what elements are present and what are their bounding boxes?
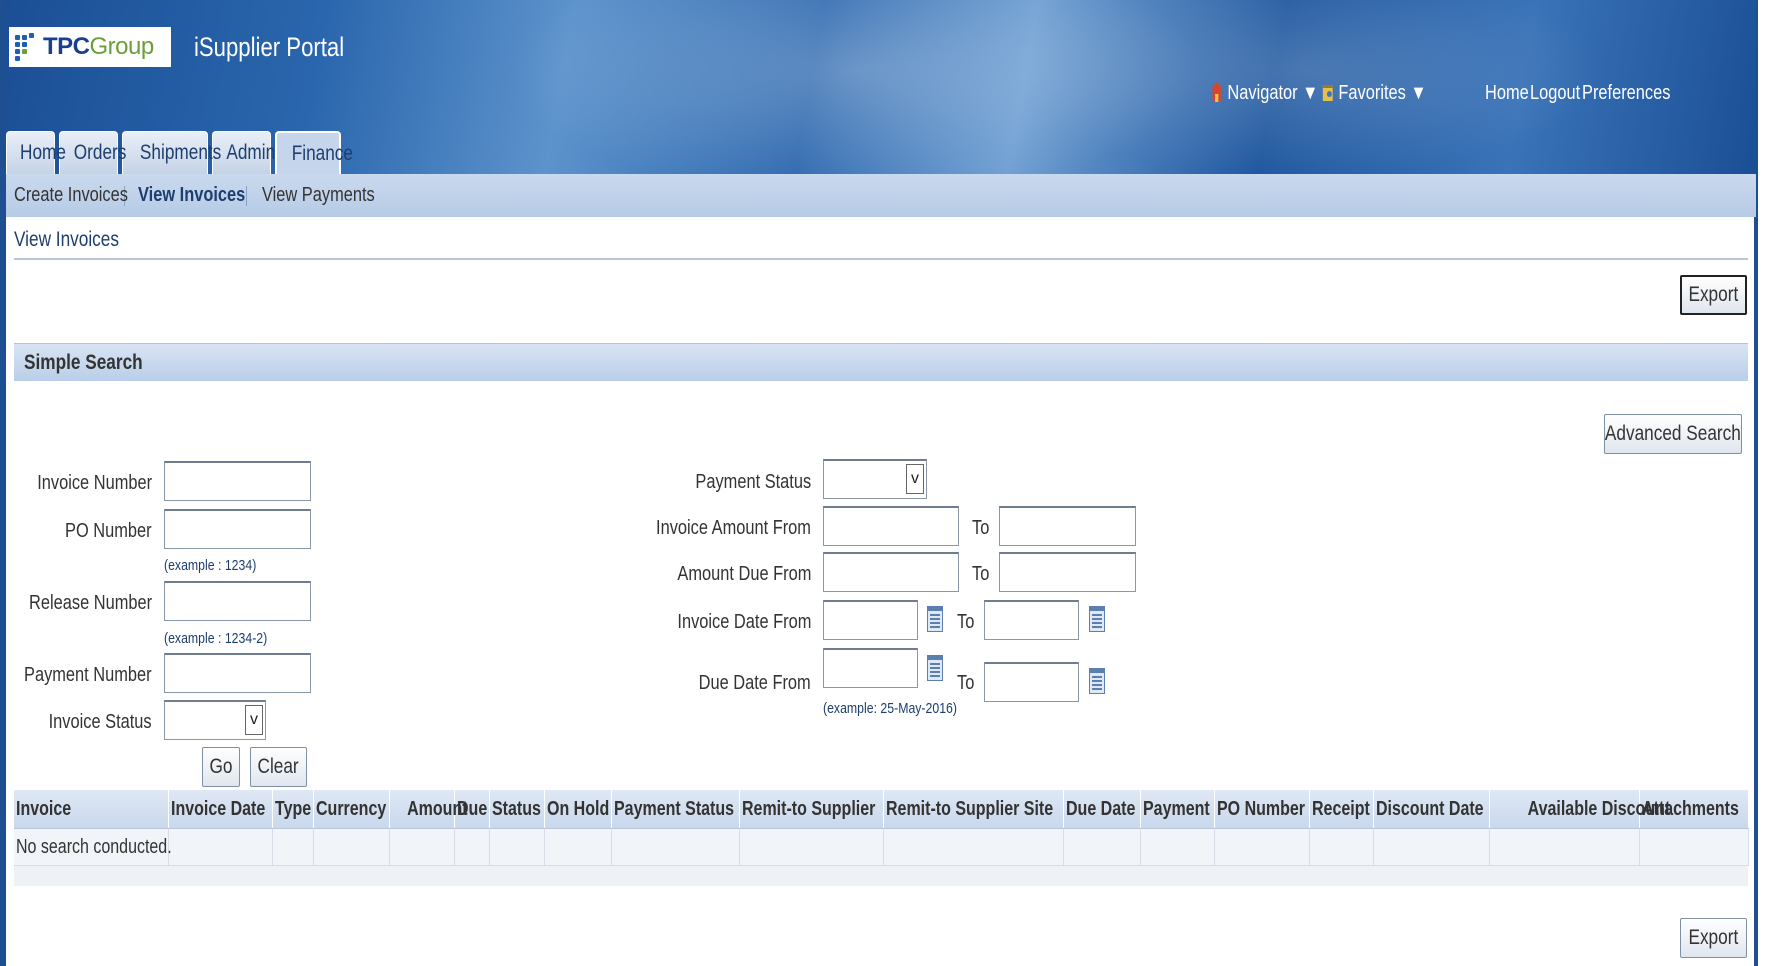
chevron-down-icon: v	[245, 705, 263, 735]
invoice-amount-from-label: Invoice Amount From	[656, 517, 811, 539]
tpc-group-logo[interactable]: TPCGroup	[9, 27, 171, 67]
payment-number-input[interactable]	[164, 653, 311, 693]
global-home-link[interactable]: Home	[1485, 82, 1529, 105]
invoice-amount-from-input[interactable]	[823, 506, 959, 546]
chevron-down-icon: v	[906, 464, 924, 494]
preferences-link[interactable]: Preferences	[1582, 82, 1670, 105]
navigator-menu[interactable]: Navigator ▼	[1211, 82, 1318, 105]
due-date-to-label: To	[957, 672, 975, 694]
col-status[interactable]: Status	[489, 790, 545, 829]
due-date-to-input[interactable]	[984, 662, 1079, 702]
simple-search-header: Simple Search	[14, 343, 1748, 381]
due-date-from-input[interactable]	[823, 648, 918, 688]
invoice-status-label: Invoice Status	[48, 711, 152, 733]
advanced-search-button[interactable]: Advanced Search	[1604, 414, 1742, 454]
po-number-label: PO Number	[65, 520, 152, 542]
favorites-icon	[1322, 85, 1333, 101]
tab-orders[interactable]: Orders	[59, 131, 126, 174]
col-amount[interactable]: Amount	[389, 790, 467, 829]
col-po-number[interactable]: PO Number	[1214, 790, 1310, 829]
amount-due-from-label: Amount Due From	[677, 563, 811, 585]
navigator-label: Navigator ▼	[1227, 82, 1319, 104]
col-attachments[interactable]: Attachments	[1639, 790, 1749, 829]
col-receipt[interactable]: Receipt	[1309, 790, 1374, 829]
subnav-view-payments[interactable]: View Payments	[262, 184, 375, 207]
invoice-amount-to-input[interactable]	[999, 506, 1136, 546]
due-date-hint: (example: 25-May-2016)	[823, 700, 957, 717]
col-invoice[interactable]: Invoice	[14, 790, 169, 829]
amount-due-from-input[interactable]	[823, 552, 959, 592]
payment-status-select[interactable]: v	[823, 459, 927, 499]
subnav-view-invoices[interactable]: View Invoices	[138, 184, 245, 207]
finance-subnav: Create Invoices View Invoices View Payme…	[6, 174, 1756, 217]
logo-dots-icon	[15, 33, 39, 61]
calendar-icon[interactable]	[1089, 668, 1105, 694]
col-available-discount[interactable]: Available Discount	[1489, 790, 1670, 829]
page-title: View Invoices	[14, 228, 119, 251]
favorites-menu[interactable]: Favorites ▼	[1322, 82, 1427, 105]
release-number-input[interactable]	[164, 581, 311, 621]
subnav-create-invoices[interactable]: Create Invoices	[14, 184, 128, 207]
po-number-input[interactable]	[164, 509, 311, 549]
col-payment[interactable]: Payment	[1140, 790, 1215, 829]
calendar-icon[interactable]	[927, 606, 943, 632]
col-remit-to-supplier[interactable]: Remit-to Supplier	[739, 790, 884, 829]
table-row: No search conducted.	[14, 828, 1749, 866]
release-number-hint: (example : 1234-2)	[164, 630, 268, 647]
invoice-number-label: Invoice Number	[37, 472, 152, 494]
export-button-top[interactable]: Export	[1680, 275, 1747, 315]
logout-link[interactable]: Logout	[1530, 82, 1580, 105]
col-payment-status[interactable]: Payment Status	[611, 790, 740, 829]
release-number-label: Release Number	[28, 592, 152, 614]
export-button-bottom[interactable]: Export	[1680, 918, 1747, 958]
amount-due-to-label: To	[972, 563, 990, 585]
amount-due-to-input[interactable]	[999, 552, 1136, 592]
col-discount-date[interactable]: Discount Date	[1373, 790, 1490, 829]
payment-status-label: Payment Status	[695, 471, 811, 493]
results-table: Invoice Invoice Date Type Currency Amoun…	[14, 790, 1749, 866]
col-on-hold[interactable]: On Hold	[544, 790, 612, 829]
col-due-date[interactable]: Due Date	[1063, 790, 1141, 829]
invoice-status-select[interactable]: v	[164, 700, 266, 740]
invoice-date-to-input[interactable]	[984, 600, 1079, 640]
clear-button[interactable]: Clear	[250, 747, 307, 787]
invoice-amount-to-label: To	[972, 517, 990, 539]
col-invoice-date[interactable]: Invoice Date	[168, 790, 273, 829]
go-button[interactable]: Go	[202, 747, 240, 787]
invoice-date-to-label: To	[957, 611, 975, 633]
col-type[interactable]: Type	[272, 790, 314, 829]
results-header-row: Invoice Invoice Date Type Currency Amoun…	[14, 790, 1749, 829]
col-remit-to-supplier-site[interactable]: Remit-to Supplier Site	[883, 790, 1064, 829]
due-date-from-label: Due Date From	[698, 672, 811, 694]
calendar-icon[interactable]	[1089, 606, 1105, 632]
favorites-label: Favorites ▼	[1338, 82, 1427, 104]
main-tabs: Home Orders Shipments Admin Finance	[6, 131, 353, 174]
invoice-date-from-label: Invoice Date From	[677, 611, 811, 633]
title-divider	[14, 258, 1748, 260]
payment-number-label: Payment Number	[24, 664, 152, 686]
section-title: Simple Search	[24, 351, 143, 374]
po-number-hint: (example : 1234)	[164, 557, 257, 574]
subnav-separator	[246, 185, 247, 206]
empty-message-cell: No search conducted.	[14, 828, 172, 866]
calendar-icon[interactable]	[927, 655, 943, 681]
logo-text: TPCGroup	[43, 33, 154, 60]
col-currency[interactable]: Currency	[313, 790, 390, 829]
portal-title: iSupplier Portal	[194, 32, 345, 62]
invoice-number-input[interactable]	[164, 461, 311, 501]
col-due[interactable]: Due	[454, 790, 490, 829]
tab-shipments[interactable]: Shipments	[122, 131, 221, 174]
house-icon	[1211, 82, 1223, 102]
invoice-date-from-input[interactable]	[823, 600, 918, 640]
tab-finance[interactable]: Finance	[275, 131, 353, 174]
tab-home[interactable]: Home	[6, 131, 66, 174]
